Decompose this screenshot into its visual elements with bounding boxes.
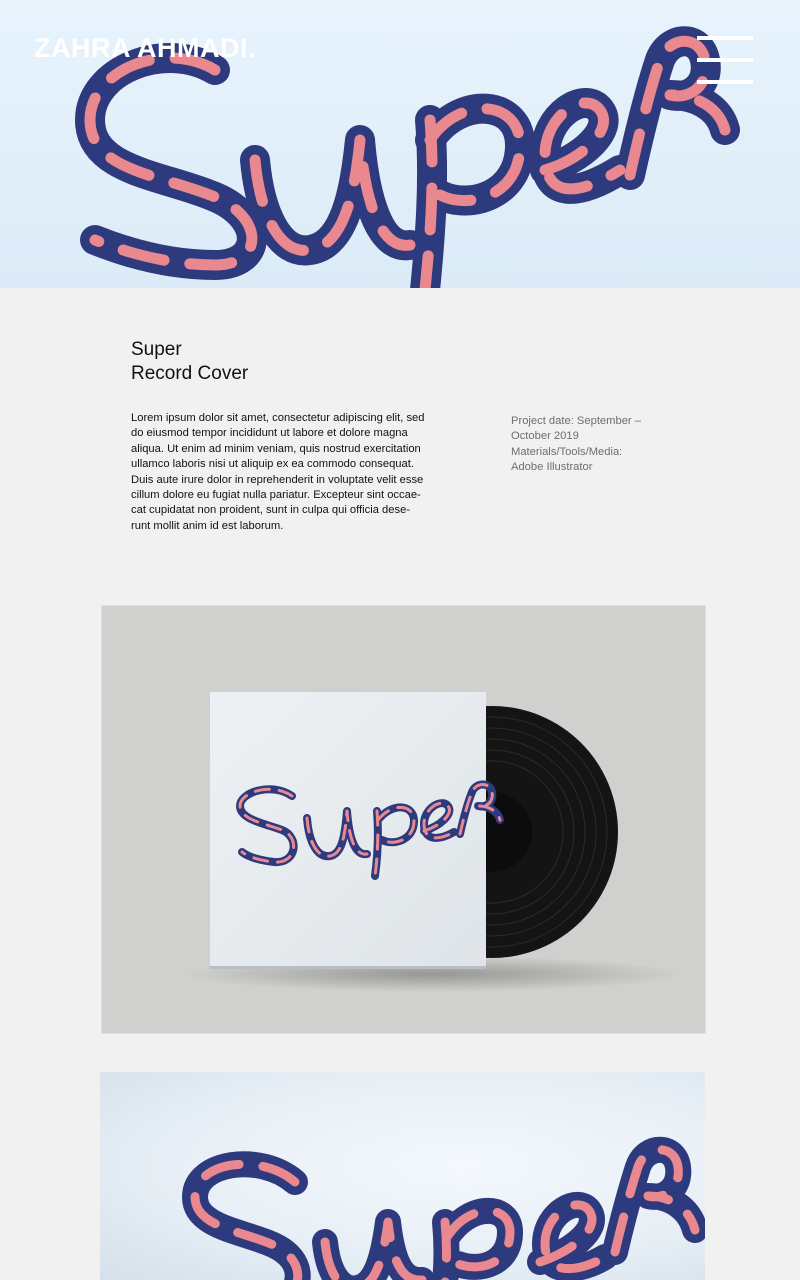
description-line: Lorem ipsum dolor sit amet, consectetur … [131,412,425,424]
description-line: cillum dolore eu fugiat nulla pariatur. … [131,489,421,502]
hero-banner: ZAHRA AHMADI. [0,0,800,288]
project-meta: Project date: September – October 2019 M… [511,414,641,476]
project-title-line: Super [131,339,182,360]
vinyl-record-mockup [182,692,682,992]
meta-line: October 2019 [511,430,579,443]
description-line: Duis aute irure dolor in reprehenderit i… [131,473,424,486]
description-line: runt mollit anim id est laborum. [131,519,284,532]
super-lettering-closeup [182,1136,705,1280]
site-logo[interactable]: ZAHRA AHMADI. [34,30,256,66]
menu-bar [697,80,753,84]
description-line: aliqua. Ut enim ad minim veniam, quis no… [131,442,421,455]
hamburger-menu-icon[interactable] [697,36,755,86]
meta-line: Project date: September – [511,415,641,427]
menu-bar [697,58,753,62]
menu-bar [697,36,753,40]
project-title-line: Record Cover [131,363,249,384]
super-lettering-closeup-image [100,1072,705,1280]
record-cover-mockup-image [101,605,706,1034]
project-description: Lorem ipsum dolor sit amet, consectetur … [131,411,451,534]
description-line: ullamco laboris nisi ut aliquip ex ea co… [131,458,414,471]
description-line: do eiusmod tempor incididunt ut labore e… [131,427,408,440]
project-title: Super Record Cover [131,338,248,386]
meta-line: Materials/Tools/Media: [511,445,623,458]
description-line: cat cupidatat non proident, sunt in culp… [131,504,411,517]
meta-line: Adobe Illustrator [511,461,593,474]
